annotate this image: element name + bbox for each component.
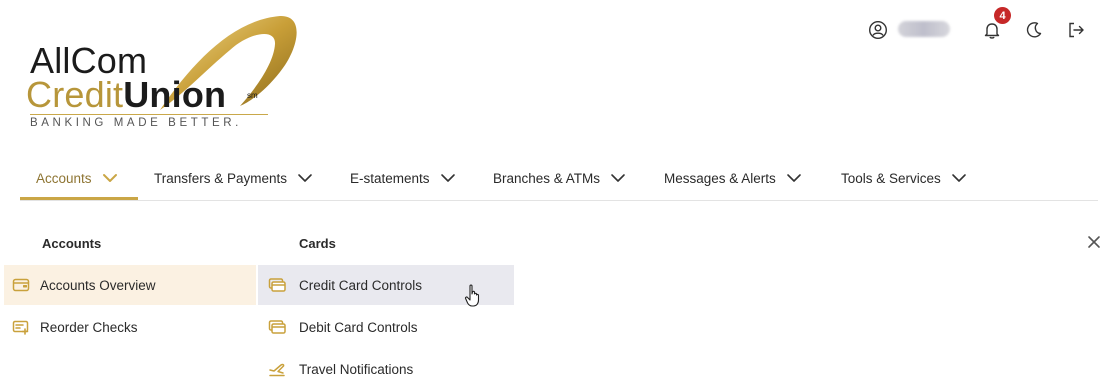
nav-tab-label: Messages & Alerts <box>664 170 776 186</box>
close-menu-icon[interactable] <box>1086 234 1102 250</box>
chevron-down-icon <box>951 173 967 183</box>
logo-rule <box>30 114 268 115</box>
chevron-down-icon <box>610 173 626 183</box>
checkbook-icon <box>12 320 29 335</box>
chevron-down-icon <box>440 173 456 183</box>
nav-tab-label: Transfers & Payments <box>154 170 288 186</box>
hand-cursor-icon <box>464 284 480 307</box>
menu-item-travel-notifications[interactable]: Travel Notifications <box>258 349 514 389</box>
nav-tab-label: Tools & Services <box>841 170 941 186</box>
nav-tab-label: E-statements <box>350 170 430 186</box>
nav-tab-label: Accounts <box>36 170 92 186</box>
logo-line-creditunion: CreditUnion <box>26 74 226 116</box>
logo-tagline: BANKING MADE BETTER. <box>30 117 242 129</box>
dark-mode-toggle[interactable] <box>1020 16 1048 44</box>
menu-item-debit-card-controls[interactable]: Debit Card Controls <box>258 307 514 347</box>
nav-tab-branches-atms[interactable]: Branches & ATMs <box>493 158 626 198</box>
username-redacted <box>898 21 950 37</box>
menu-item-label: Credit Card Controls <box>299 277 423 293</box>
chevron-down-icon <box>297 173 313 183</box>
active-tab-underline <box>20 197 138 200</box>
nav-tab-accounts[interactable]: Accounts <box>36 158 118 198</box>
debit-card-icon <box>268 320 286 334</box>
notification-count-badge: 4 <box>994 7 1011 24</box>
wallet-icon <box>12 278 30 292</box>
chevron-down-icon <box>786 173 802 183</box>
brand-logo[interactable]: AllCom CreditUnion sm BANKING MADE BETTE… <box>18 10 298 132</box>
logo-word-credit: Credit <box>26 74 124 115</box>
menu-item-reorder-checks[interactable]: Reorder Checks <box>4 307 256 347</box>
logout-icon <box>1069 22 1084 38</box>
menu-heading-cards: Cards <box>299 236 336 251</box>
nav-tab-label: Branches & ATMs <box>493 170 601 186</box>
plane-icon <box>269 363 285 377</box>
nav-tab-messages-alerts[interactable]: Messages & Alerts <box>664 158 802 198</box>
menu-heading-accounts: Accounts <box>42 236 102 251</box>
menu-item-label: Travel Notifications <box>299 361 414 377</box>
menu-item-label: Reorder Checks <box>40 319 138 335</box>
menu-item-label: Accounts Overview <box>40 277 156 293</box>
menu-item-accounts-overview[interactable]: Accounts Overview <box>4 265 256 305</box>
user-circle-icon <box>868 20 888 40</box>
nav-tab-tools-services[interactable]: Tools & Services <box>841 158 967 198</box>
main-navigation: Accounts Transfers & Payments E-statemen… <box>20 158 1098 201</box>
menu-item-label: Debit Card Controls <box>299 319 418 335</box>
nav-tab-transfers-payments[interactable]: Transfers & Payments <box>154 158 313 198</box>
logout-button[interactable] <box>1062 16 1090 44</box>
nav-tab-e-statements[interactable]: E-statements <box>350 158 456 198</box>
credit-card-icon <box>268 278 286 292</box>
chevron-down-icon <box>102 173 118 183</box>
logo-service-mark: sm <box>247 91 258 100</box>
moon-icon <box>1026 22 1042 38</box>
logo-word-union: Union <box>123 74 227 115</box>
user-profile-button[interactable] <box>864 16 892 44</box>
